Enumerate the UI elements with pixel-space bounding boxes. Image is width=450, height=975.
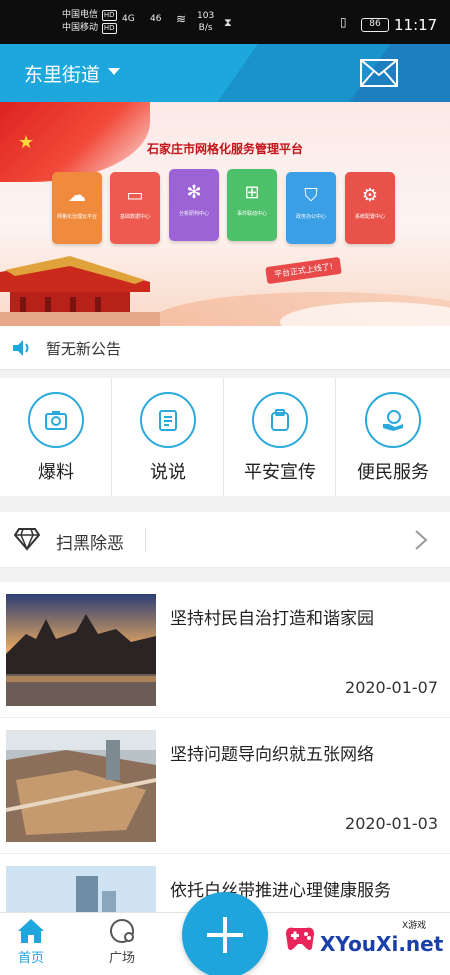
news-date: 2020-01-03	[345, 814, 438, 833]
tile-label: 基础数据中心	[119, 214, 150, 220]
net-speed-value: 103	[197, 11, 215, 21]
action-talk[interactable]: 说说	[112, 378, 224, 496]
action-label: 说说	[150, 462, 186, 483]
tile-label: 政务办公中心	[295, 214, 326, 220]
hand-service-icon	[383, 410, 403, 431]
action-label: 便民服务	[357, 462, 429, 483]
action-safety-promo[interactable]: 平安宣传	[224, 378, 336, 496]
chevron-down-icon[interactable]	[108, 68, 120, 75]
action-circle	[28, 392, 84, 448]
cloud-icon: ☁	[68, 185, 86, 206]
status-bar: 中国电信 HD 中国移动 HD 4G 46 ≋ 103 B/s ⧗ ▯ 86 1…	[0, 0, 450, 44]
watermark-brand: XYouXi.net	[320, 932, 444, 956]
palace-image	[0, 256, 160, 326]
gamepad-icon	[286, 927, 314, 950]
news-thumbnail	[6, 866, 156, 912]
monitor-icon: ▭	[126, 185, 144, 206]
nav-home-label: 首页	[17, 951, 44, 966]
action-label: 爆料	[38, 462, 74, 483]
tile-basic-data: ▭ 基础数据中心	[110, 172, 160, 244]
hourglass-icon: ⧗	[224, 16, 232, 29]
signal-4g-icon: 4G	[122, 14, 135, 24]
news-item[interactable]: 坚持问题导向织就五张网络 2020-01-03	[0, 718, 450, 854]
tile-label: 分析研判中心	[178, 211, 209, 217]
tile-label: 网格化治理云平台	[56, 214, 97, 220]
news-item[interactable]: 坚持村民自治打造和谐家园 2020-01-07	[0, 582, 450, 718]
net-speed: 103 B/s	[197, 10, 214, 34]
watermark: XYouXi.net X游戏	[282, 916, 450, 975]
tile-label: 事件联动中心	[236, 211, 267, 217]
district-selector[interactable]: 东里街道	[24, 60, 100, 87]
banner-tiles: ☁ 网格化治理云平台 ▭ 基础数据中心 ✻ 分析研判中心 ⊞ 事件联动中心 ⛉ …	[52, 169, 412, 252]
clipboard-icon	[271, 409, 289, 431]
wifi-icon: ≋	[176, 12, 187, 26]
chevron-right-icon[interactable]	[414, 529, 428, 551]
watermark-small: X游戏	[402, 921, 427, 931]
tile-event-linkage: ⊞ 事件联动中心	[227, 169, 277, 241]
notice-bar[interactable]: 暂无新公告	[0, 326, 450, 370]
news-title: 坚持问题导向织就五张网络	[170, 745, 374, 765]
tile-gov-office: ⛉ 政务办公中心	[286, 172, 336, 244]
action-public-service[interactable]: 便民服务	[337, 378, 449, 496]
square-icon	[110, 919, 134, 943]
tile-system-config: ⚙ 系统配置中心	[345, 172, 395, 244]
signal-46-icon: 46	[150, 14, 162, 24]
camera-icon	[45, 411, 67, 430]
divider	[145, 528, 146, 552]
tile-analysis: ✻ 分析研判中心	[169, 169, 219, 241]
action-circle	[252, 392, 308, 448]
notice-text: 暂无新公告	[46, 340, 122, 358]
news-thumbnail	[6, 594, 156, 706]
app-header: 东里街道	[0, 44, 450, 102]
action-report[interactable]: 爆料	[0, 378, 112, 496]
news-list: 坚持村民自治打造和谐家园 2020-01-07 坚持问题导向织就五张网络 202…	[0, 582, 450, 912]
diamond-icon	[14, 528, 40, 551]
nav-square[interactable]: 广场	[92, 917, 152, 966]
action-label: 平安宣传	[244, 462, 316, 483]
plus-icon-vertical	[223, 917, 227, 953]
action-circle	[365, 392, 421, 448]
news-title: 坚持村民自治打造和谐家园	[170, 609, 374, 629]
action-circle	[140, 392, 196, 448]
news-date: 2020-01-07	[345, 678, 438, 697]
speaker-icon	[13, 340, 29, 356]
carrier-2: 中国移动	[62, 23, 99, 33]
vibrate-icon: ▯	[340, 15, 347, 29]
status-time: 11:17	[394, 16, 438, 34]
home-icon	[18, 919, 44, 943]
nav-square-label: 广场	[108, 951, 135, 966]
hd-badge: HD	[101, 10, 117, 21]
crime-section[interactable]: 扫黑除恶	[0, 512, 450, 568]
tile-label: 系统配置中心	[354, 214, 385, 220]
notepad-icon	[159, 410, 177, 431]
shield-icon: ⛉	[304, 185, 318, 206]
add-button[interactable]	[182, 892, 268, 975]
quick-actions: 爆料 说说 平安宣传 便民服务	[0, 378, 450, 496]
grid-icon: ⊞	[244, 182, 260, 203]
crime-section-title: 扫黑除恶	[56, 534, 124, 554]
news-thumbnail	[6, 730, 156, 842]
hd-badge-2: HD	[101, 23, 117, 34]
launch-badge: 平台正式上线了!	[265, 256, 343, 285]
banner-title: 石家庄市网格化服务管理平台	[146, 142, 303, 156]
battery-icon: 86	[361, 18, 389, 32]
banner[interactable]: ★ 石家庄市网格化服务管理平台 ☁ 网格化治理云平台 ▭ 基础数据中心 ✻ 分析…	[0, 102, 450, 326]
gear-icon: ⚙	[361, 185, 379, 206]
carrier-1: 中国电信	[62, 10, 99, 20]
mail-icon[interactable]	[360, 59, 398, 87]
carrier-info: 中国电信 HD 中国移动 HD	[62, 9, 117, 35]
net-speed-unit: B/s	[198, 23, 213, 33]
network-icon: ✻	[186, 182, 202, 203]
nav-home[interactable]: 首页	[1, 917, 61, 966]
tile-cloud-platform: ☁ 网格化治理云平台	[52, 172, 102, 244]
